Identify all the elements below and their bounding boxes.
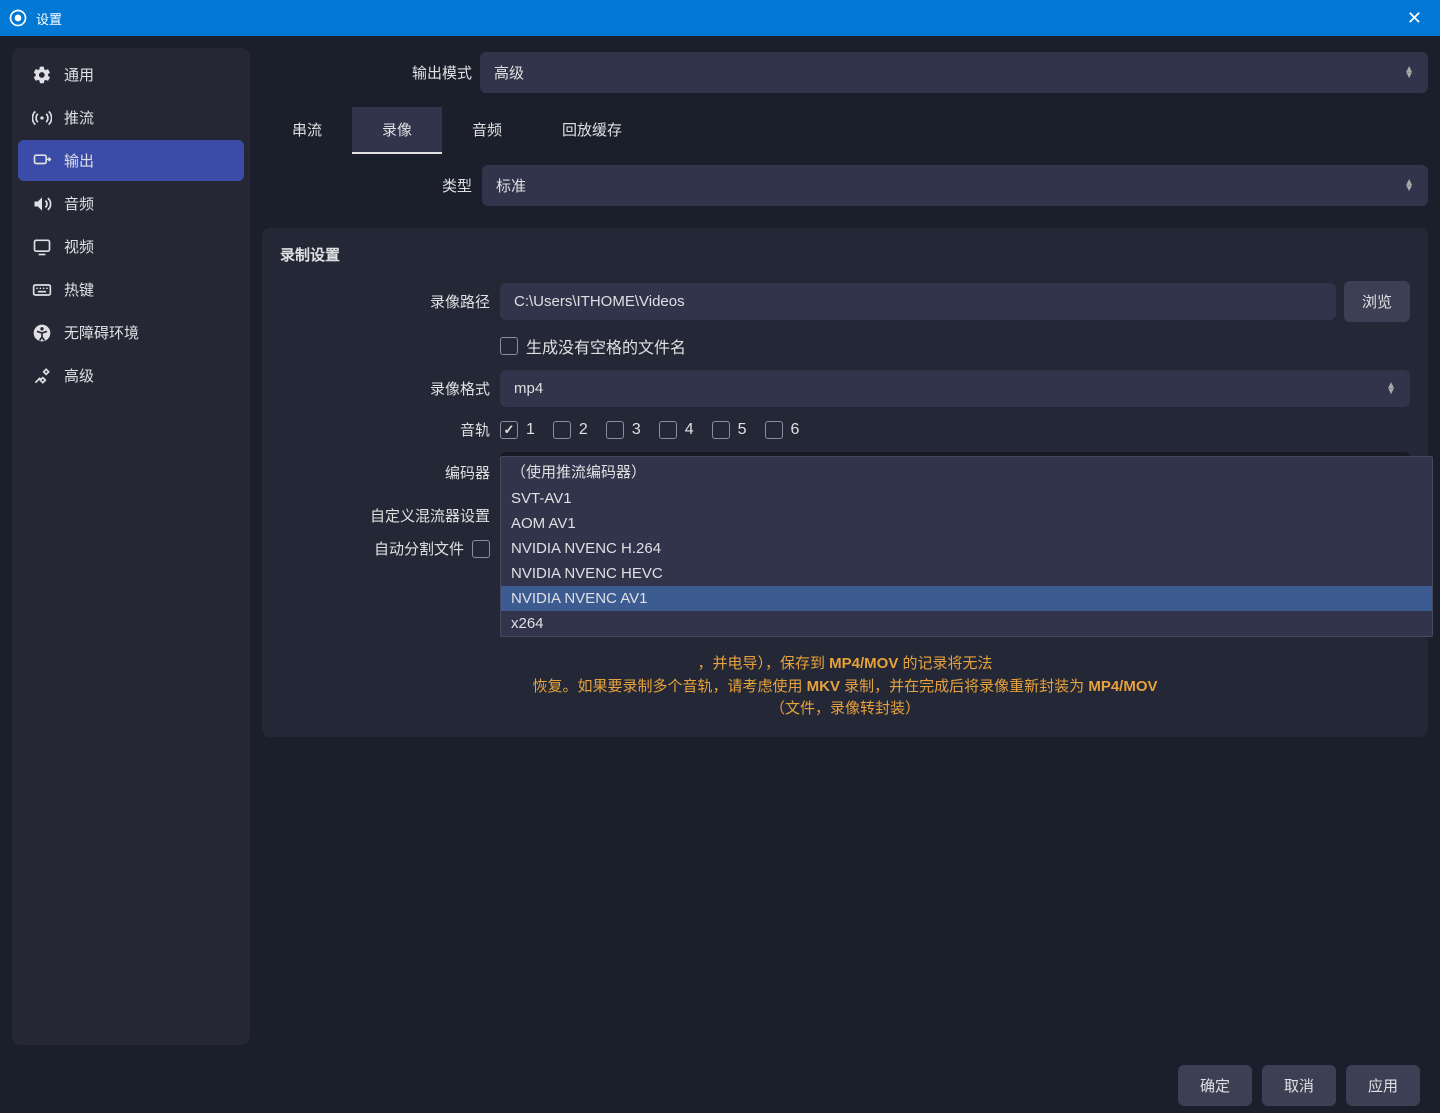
type-row: 类型 标准 ▲▼ (262, 165, 1428, 206)
rec-format-select[interactable]: mp4 ▲▼ (500, 370, 1410, 407)
rec-format-row: 录像格式 mp4 ▲▼ (280, 370, 1410, 407)
encoder-dropdown[interactable]: （使用推流编码器） SVT-AV1 AOM AV1 NVIDIA NVENC H… (500, 456, 1433, 637)
encoder-option-nvenc-h264[interactable]: NVIDIA NVENC H.264 (501, 536, 1432, 561)
no-spaces-checkbox[interactable] (500, 337, 518, 355)
track-4-checkbox[interactable] (659, 421, 677, 439)
titlebar: 设置 ✕ (0, 0, 1440, 36)
sidebar-item-audio[interactable]: 音频 (18, 183, 244, 224)
encoder-option-aom-av1[interactable]: AOM AV1 (501, 511, 1432, 536)
chevron-updown-icon: ▲▼ (1404, 180, 1414, 192)
sidebar-item-accessibility[interactable]: 无障碍环境 (18, 312, 244, 353)
chevron-updown-icon: ▲▼ (1386, 383, 1396, 395)
sidebar-item-label: 通用 (64, 64, 94, 85)
sidebar-item-label: 输出 (64, 150, 94, 171)
browse-button[interactable]: 浏览 (1344, 281, 1410, 322)
footer: 确定 取消 应用 (0, 1057, 1440, 1113)
sidebar-item-label: 热键 (64, 279, 94, 300)
gear-icon (32, 65, 52, 85)
track-6-label: 6 (791, 421, 800, 439)
warning-text: ，并电导），保存到 MP4/MOV 的记录将无法 恢复。如果要录制多个音轨，请考… (280, 653, 1410, 721)
encoder-option-x264[interactable]: x264 (501, 611, 1432, 636)
track-2-checkbox[interactable] (553, 421, 571, 439)
rec-path-row: 录像路径 C:\Users\ITHOME\Videos 浏览 (280, 281, 1410, 322)
sidebar-item-label: 推流 (64, 107, 94, 128)
track-3-checkbox[interactable] (606, 421, 624, 439)
type-select[interactable]: 标准 ▲▼ (482, 165, 1428, 206)
sidebar-item-output[interactable]: 输出 (18, 140, 244, 181)
track-5-checkbox[interactable] (712, 421, 730, 439)
custom-mux-label: 自定义混流器设置 (280, 505, 490, 526)
sidebar: 通用 推流 输出 音频 视频 热键 无障碍环境 高级 (12, 48, 250, 1045)
track-1-label: 1 (526, 421, 535, 439)
rec-path-label: 录像路径 (280, 291, 490, 312)
no-spaces-row: 生成没有空格的文件名 (280, 334, 1410, 358)
sidebar-item-stream[interactable]: 推流 (18, 97, 244, 138)
encoder-option-nvenc-av1[interactable]: NVIDIA NVENC AV1 (501, 586, 1432, 611)
track-6-checkbox[interactable] (765, 421, 783, 439)
audio-tracks-row: 音轨 1 2 3 4 5 6 (280, 419, 1410, 440)
output-mode-value: 高级 (494, 62, 524, 83)
sidebar-item-general[interactable]: 通用 (18, 54, 244, 95)
sidebar-item-hotkeys[interactable]: 热键 (18, 269, 244, 310)
cancel-button[interactable]: 取消 (1262, 1065, 1336, 1106)
track-3-label: 3 (632, 421, 641, 439)
output-mode-select[interactable]: 高级 ▲▼ (480, 52, 1428, 93)
keyboard-icon (32, 280, 52, 300)
accessibility-icon (32, 323, 52, 343)
tab-replay-buffer[interactable]: 回放缓存 (532, 107, 652, 154)
encoder-option-svt-av1[interactable]: SVT-AV1 (501, 486, 1432, 511)
tab-audio[interactable]: 音频 (442, 107, 532, 154)
sidebar-item-label: 音频 (64, 193, 94, 214)
track-2-label: 2 (579, 421, 588, 439)
sidebar-item-advanced[interactable]: 高级 (18, 355, 244, 396)
sidebar-item-label: 视频 (64, 236, 94, 257)
type-label: 类型 (262, 175, 472, 196)
encoder-option-stream[interactable]: （使用推流编码器） (501, 457, 1432, 486)
window-title: 设置 (36, 9, 1397, 28)
output-tabs: 串流 录像 音频 回放缓存 (262, 107, 1428, 155)
speaker-icon (32, 194, 52, 214)
encoder-option-nvenc-hevc[interactable]: NVIDIA NVENC HEVC (501, 561, 1432, 586)
rec-format-label: 录像格式 (280, 378, 490, 399)
antenna-icon (32, 108, 52, 128)
monitor-output-icon (32, 151, 52, 171)
output-mode-label: 输出模式 (262, 62, 472, 83)
app-icon (8, 8, 28, 28)
display-icon (32, 237, 52, 257)
ok-button[interactable]: 确定 (1178, 1065, 1252, 1106)
tab-recording[interactable]: 录像 (352, 107, 442, 154)
type-value: 标准 (496, 175, 526, 196)
no-spaces-label: 生成没有空格的文件名 (526, 334, 686, 358)
encoder-label: 编码器 (280, 462, 490, 483)
section-title: 录制设置 (280, 244, 1410, 265)
track-1-checkbox[interactable] (500, 421, 518, 439)
close-button[interactable]: ✕ (1397, 8, 1432, 29)
output-mode-row: 输出模式 高级 ▲▼ (262, 48, 1428, 97)
chevron-updown-icon: ▲▼ (1404, 67, 1414, 79)
rec-path-input[interactable]: C:\Users\ITHOME\Videos (500, 283, 1336, 320)
rec-format-value: mp4 (514, 380, 543, 397)
sidebar-item-label: 高级 (64, 365, 94, 386)
tab-streaming[interactable]: 串流 (262, 107, 352, 154)
sidebar-item-video[interactable]: 视频 (18, 226, 244, 267)
auto-split-label: 自动分割文件 (374, 538, 464, 559)
tools-icon (32, 366, 52, 386)
audio-tracks-label: 音轨 (280, 419, 490, 440)
auto-split-checkbox[interactable] (472, 540, 490, 558)
track-4-label: 4 (685, 421, 694, 439)
track-5-label: 5 (738, 421, 747, 439)
apply-button[interactable]: 应用 (1346, 1065, 1420, 1106)
sidebar-item-label: 无障碍环境 (64, 322, 139, 343)
